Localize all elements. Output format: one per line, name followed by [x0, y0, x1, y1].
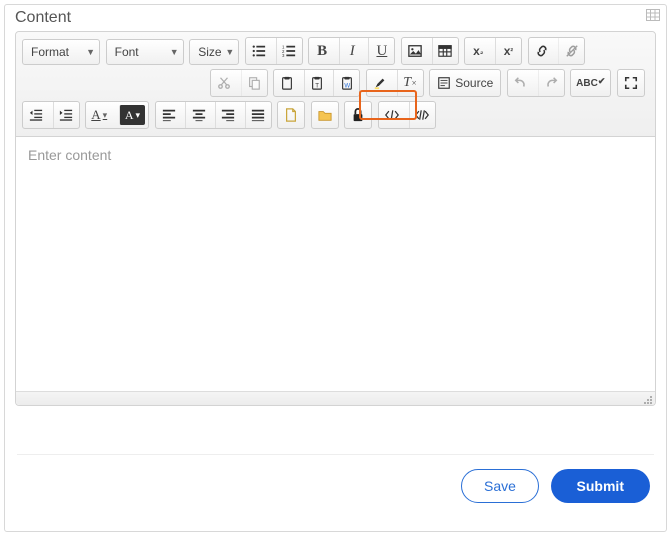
- svg-text:T: T: [316, 83, 320, 90]
- lock-button[interactable]: [345, 102, 371, 128]
- caret-icon: ▼: [170, 47, 179, 57]
- subscript-button[interactable]: x₂: [465, 38, 491, 64]
- svg-text:3: 3: [282, 53, 285, 58]
- bold-button[interactable]: B: [309, 38, 335, 64]
- html-diff-button[interactable]: [409, 102, 435, 128]
- indent-button[interactable]: [53, 102, 79, 128]
- font-dropdown[interactable]: Font ▼: [106, 39, 184, 65]
- action-bar: Save Submit: [5, 469, 666, 503]
- size-dropdown[interactable]: Size ▼: [189, 39, 239, 65]
- align-justify-button[interactable]: [245, 102, 271, 128]
- text-color-button[interactable]: A▾: [86, 102, 112, 128]
- content-editable[interactable]: Enter content: [16, 137, 655, 391]
- source-label: Source: [455, 76, 493, 90]
- background-color-button[interactable]: A▾: [119, 105, 145, 125]
- submit-button[interactable]: Submit: [551, 469, 650, 503]
- redo-button[interactable]: [538, 70, 564, 96]
- unlink-button[interactable]: [558, 38, 584, 64]
- size-label: Size: [198, 45, 221, 59]
- paste-text-button[interactable]: T: [304, 70, 330, 96]
- bulleted-list-button[interactable]: [246, 38, 272, 64]
- panel-grid-icon[interactable]: [646, 9, 660, 21]
- numbered-list-button[interactable]: 123: [276, 38, 302, 64]
- rich-text-editor: Format ▼ Font ▼ Size ▼ 123 B I U x₂ x²: [15, 31, 656, 406]
- spellcheck-button[interactable]: ABC✔: [571, 70, 610, 96]
- underline-button[interactable]: U: [368, 38, 394, 64]
- save-button[interactable]: Save: [461, 469, 539, 503]
- font-label: Font: [115, 45, 139, 59]
- image-button[interactable]: [402, 38, 428, 64]
- caret-icon: ▼: [86, 47, 95, 57]
- align-right-button[interactable]: [215, 102, 241, 128]
- paste-button[interactable]: [274, 70, 300, 96]
- remove-format-button[interactable]: T×: [397, 70, 423, 96]
- resize-grip[interactable]: [643, 393, 653, 403]
- editor-toolbar: Format ▼ Font ▼ Size ▼ 123 B I U x₂ x²: [16, 32, 655, 137]
- maximize-button[interactable]: [618, 70, 644, 96]
- panel-title: Content: [5, 5, 666, 29]
- html-view-button[interactable]: [379, 102, 405, 128]
- format-label: Format: [31, 45, 69, 59]
- link-button[interactable]: [529, 38, 555, 64]
- document-button[interactable]: [278, 102, 304, 128]
- paste-word-button[interactable]: W: [333, 70, 359, 96]
- cut-button[interactable]: [211, 70, 237, 96]
- table-button[interactable]: [432, 38, 458, 64]
- align-center-button[interactable]: [185, 102, 211, 128]
- highlight-button[interactable]: [367, 70, 393, 96]
- editor-footer: [16, 391, 655, 405]
- italic-button[interactable]: I: [339, 38, 365, 64]
- caret-icon: ▼: [225, 47, 234, 57]
- svg-text:W: W: [344, 83, 350, 90]
- outdent-button[interactable]: [23, 102, 49, 128]
- copy-button[interactable]: [241, 70, 267, 96]
- format-dropdown[interactable]: Format ▼: [22, 39, 100, 65]
- source-button[interactable]: Source: [430, 70, 500, 96]
- separator: [17, 454, 654, 455]
- content-panel: Content Format ▼ Font ▼ Size ▼ 123 B I U: [4, 4, 667, 532]
- superscript-button[interactable]: x²: [495, 38, 521, 64]
- align-left-button[interactable]: [156, 102, 182, 128]
- undo-button[interactable]: [508, 70, 534, 96]
- folder-button[interactable]: [312, 102, 338, 128]
